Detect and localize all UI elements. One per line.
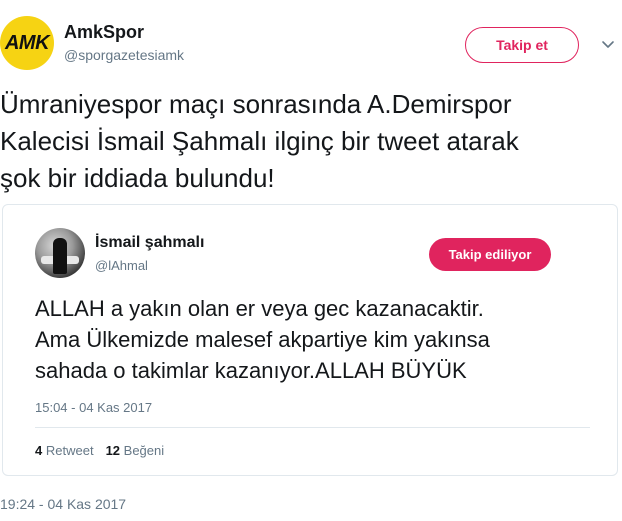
like-count: 12 xyxy=(105,443,121,458)
like-stat[interactable]: 12 Beğeni xyxy=(106,443,165,458)
retweet-stat[interactable]: 4 Retweet xyxy=(35,443,94,458)
quoted-tweet-timestamp[interactable]: 15:04 - 04 Kas 2017 xyxy=(35,400,152,415)
avatar-logo-text: AMK xyxy=(4,31,50,54)
tweet-timestamp[interactable]: 19:24 - 04 Kas 2017 xyxy=(0,496,126,512)
chevron-down-icon[interactable] xyxy=(600,36,616,52)
like-label: Beğeni xyxy=(123,443,165,458)
author-avatar[interactable]: AMK xyxy=(0,16,54,70)
tweet-text: Ümraniyespor maçı sonrasında A.Demirspor… xyxy=(0,89,519,193)
retweet-label: Retweet xyxy=(45,443,94,458)
avatar-photo-figure xyxy=(53,238,67,274)
quoted-author-name[interactable]: İsmail şahmalı xyxy=(95,234,204,252)
follow-button[interactable]: Takip et xyxy=(465,27,579,63)
tweet-page: AMK AmkSpor @sporgazetesiamk Takip et Üm… xyxy=(0,0,622,521)
retweet-count: 4 xyxy=(35,443,43,458)
quoted-tweet-text: ALLAH a yakın olan er veya gec kazanacak… xyxy=(35,296,490,383)
quoted-tweet-stats: 4 Retweet 12 Beğeni xyxy=(35,443,164,458)
divider xyxy=(35,427,590,428)
quoted-author-avatar[interactable] xyxy=(35,228,85,278)
quoted-tweet-card[interactable]: İsmail şahmalı @lAhmal Takip ediliyor AL… xyxy=(2,204,618,476)
author-handle[interactable]: @sporgazetesiamk xyxy=(64,47,184,63)
quoted-author-handle[interactable]: @lAhmal xyxy=(95,258,148,273)
author-display-name[interactable]: AmkSpor xyxy=(64,22,144,43)
following-button[interactable]: Takip ediliyor xyxy=(429,238,551,271)
